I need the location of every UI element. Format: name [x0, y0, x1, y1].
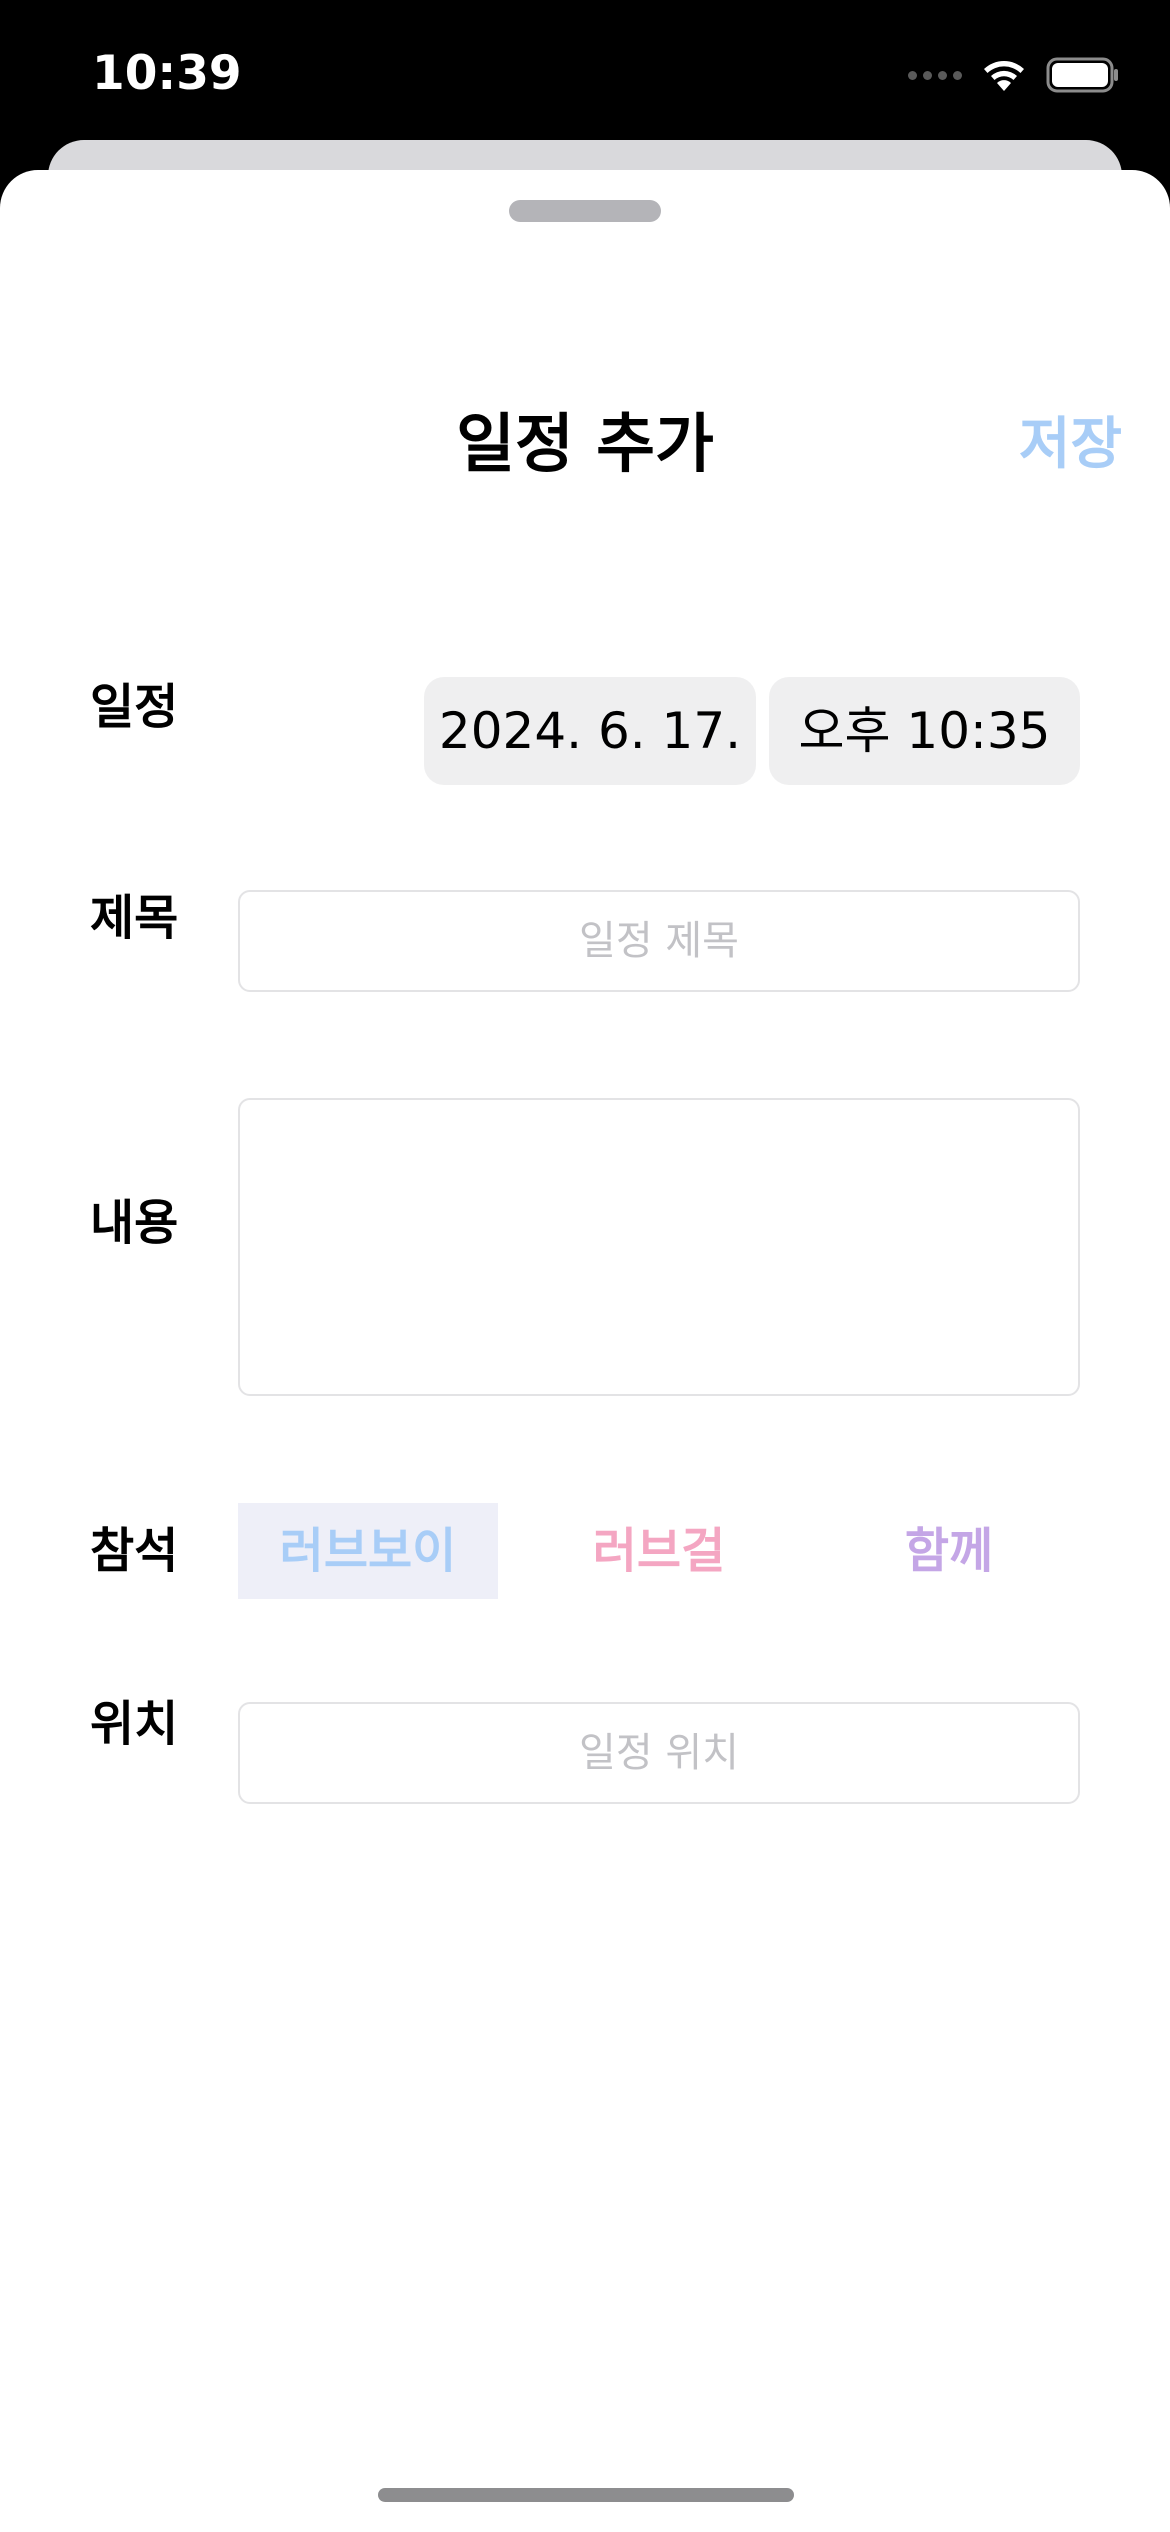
battery-icon — [1046, 57, 1118, 93]
attendance-option-loveboy[interactable]: 러브보이 — [238, 1503, 498, 1599]
status-icons — [908, 52, 1120, 98]
attendance-option-lovegirl[interactable]: 러브걸 — [529, 1503, 789, 1599]
content-label: 내용 — [90, 1195, 179, 1251]
page-title: 일정 추가 — [456, 408, 714, 482]
time-picker-button[interactable]: 오후 10:35 — [769, 677, 1080, 785]
sheet-grabber[interactable] — [509, 200, 661, 222]
date-picker-button[interactable]: 2024. 6. 17. — [424, 677, 756, 785]
attendance-option-together[interactable]: 함께 — [819, 1503, 1079, 1599]
schedule-label: 일정 — [90, 679, 179, 735]
wifi-icon — [984, 61, 1024, 91]
home-indicator — [378, 2488, 794, 2502]
attendance-label: 참석 — [90, 1523, 179, 1579]
cellular-dots-icon — [908, 70, 962, 80]
save-button[interactable]: 저장 — [1019, 405, 1122, 485]
location-label: 위치 — [90, 1696, 179, 1752]
title-label: 제목 — [90, 890, 179, 946]
screen: 10:39 일정 추가 저장 일정 2024. 6. 17. 오후 10:35 … — [0, 0, 1170, 2532]
title-input[interactable] — [238, 890, 1080, 992]
location-input[interactable] — [238, 1702, 1080, 1804]
add-schedule-sheet: 일정 추가 저장 일정 2024. 6. 17. 오후 10:35 제목 내용 … — [0, 170, 1170, 2532]
status-time: 10:39 — [92, 46, 242, 101]
content-textarea[interactable] — [238, 1098, 1080, 1396]
